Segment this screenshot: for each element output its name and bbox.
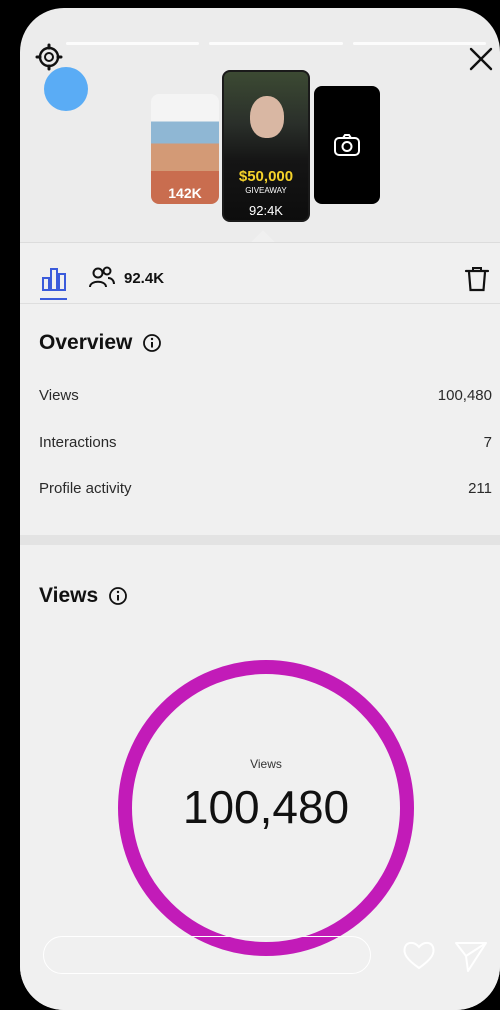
add-story-camera-button[interactable] [314,86,380,204]
person-image [250,96,284,138]
camera-icon [334,134,360,156]
trash-icon[interactable] [464,265,490,293]
tab-active-indicator [40,298,67,300]
heart-icon[interactable] [400,936,438,974]
story-thumbnail-previous[interactable]: 142K [151,94,219,204]
info-icon[interactable] [142,333,162,353]
send-icon[interactable] [452,937,490,975]
people-icon [89,266,115,288]
metric-value: 7 [483,434,492,451]
section-divider [20,535,500,545]
thumbnail-view-count: 142K [168,185,202,201]
story-progress-segment [66,42,200,45]
insights-panel: 92.4K Overview Views 100,480 Interaction… [20,242,500,1010]
story-insights-screen: 142K $50,000 GIVEAWAY 92:4K 92.4K Overvi… [20,8,500,1010]
thumbnail-view-count: 92:4K [249,203,283,218]
ring-label: Views [250,757,282,771]
metric-label: Profile activity [39,480,132,497]
metric-label: Interactions [39,434,117,451]
close-icon[interactable] [466,44,496,74]
metric-label: Views [39,387,79,404]
metric-row-profile-activity: Profile activity 211 [39,480,492,497]
insights-icon[interactable] [40,265,68,293]
metric-row-interactions: Interactions 7 [39,434,492,451]
overview-title-text: Overview [39,331,133,354]
giveaway-amount: $50,000 [238,168,294,185]
metric-value: 211 [468,480,492,497]
insights-tabs: 92.4K [20,243,500,304]
story-progress-segment [209,42,343,45]
metric-row-views: Views 100,480 [39,387,492,404]
story-thumbnail-current[interactable]: $50,000 GIVEAWAY 92:4K [222,70,310,222]
reply-input[interactable] [43,936,371,974]
views-section-title: Views [39,584,128,608]
audience-count: 92.4K [124,269,165,287]
metric-value: 100,480 [437,387,492,404]
tab-audience[interactable]: 92.4K [88,265,164,291]
giveaway-label: GIVEAWAY [245,186,287,195]
views-title-text: Views [39,584,99,607]
ring-value: 100,480 [182,781,350,833]
info-icon[interactable] [108,586,128,606]
overview-section-title: Overview [39,331,162,355]
avatar[interactable] [44,67,88,111]
story-progress-bars [66,42,486,45]
